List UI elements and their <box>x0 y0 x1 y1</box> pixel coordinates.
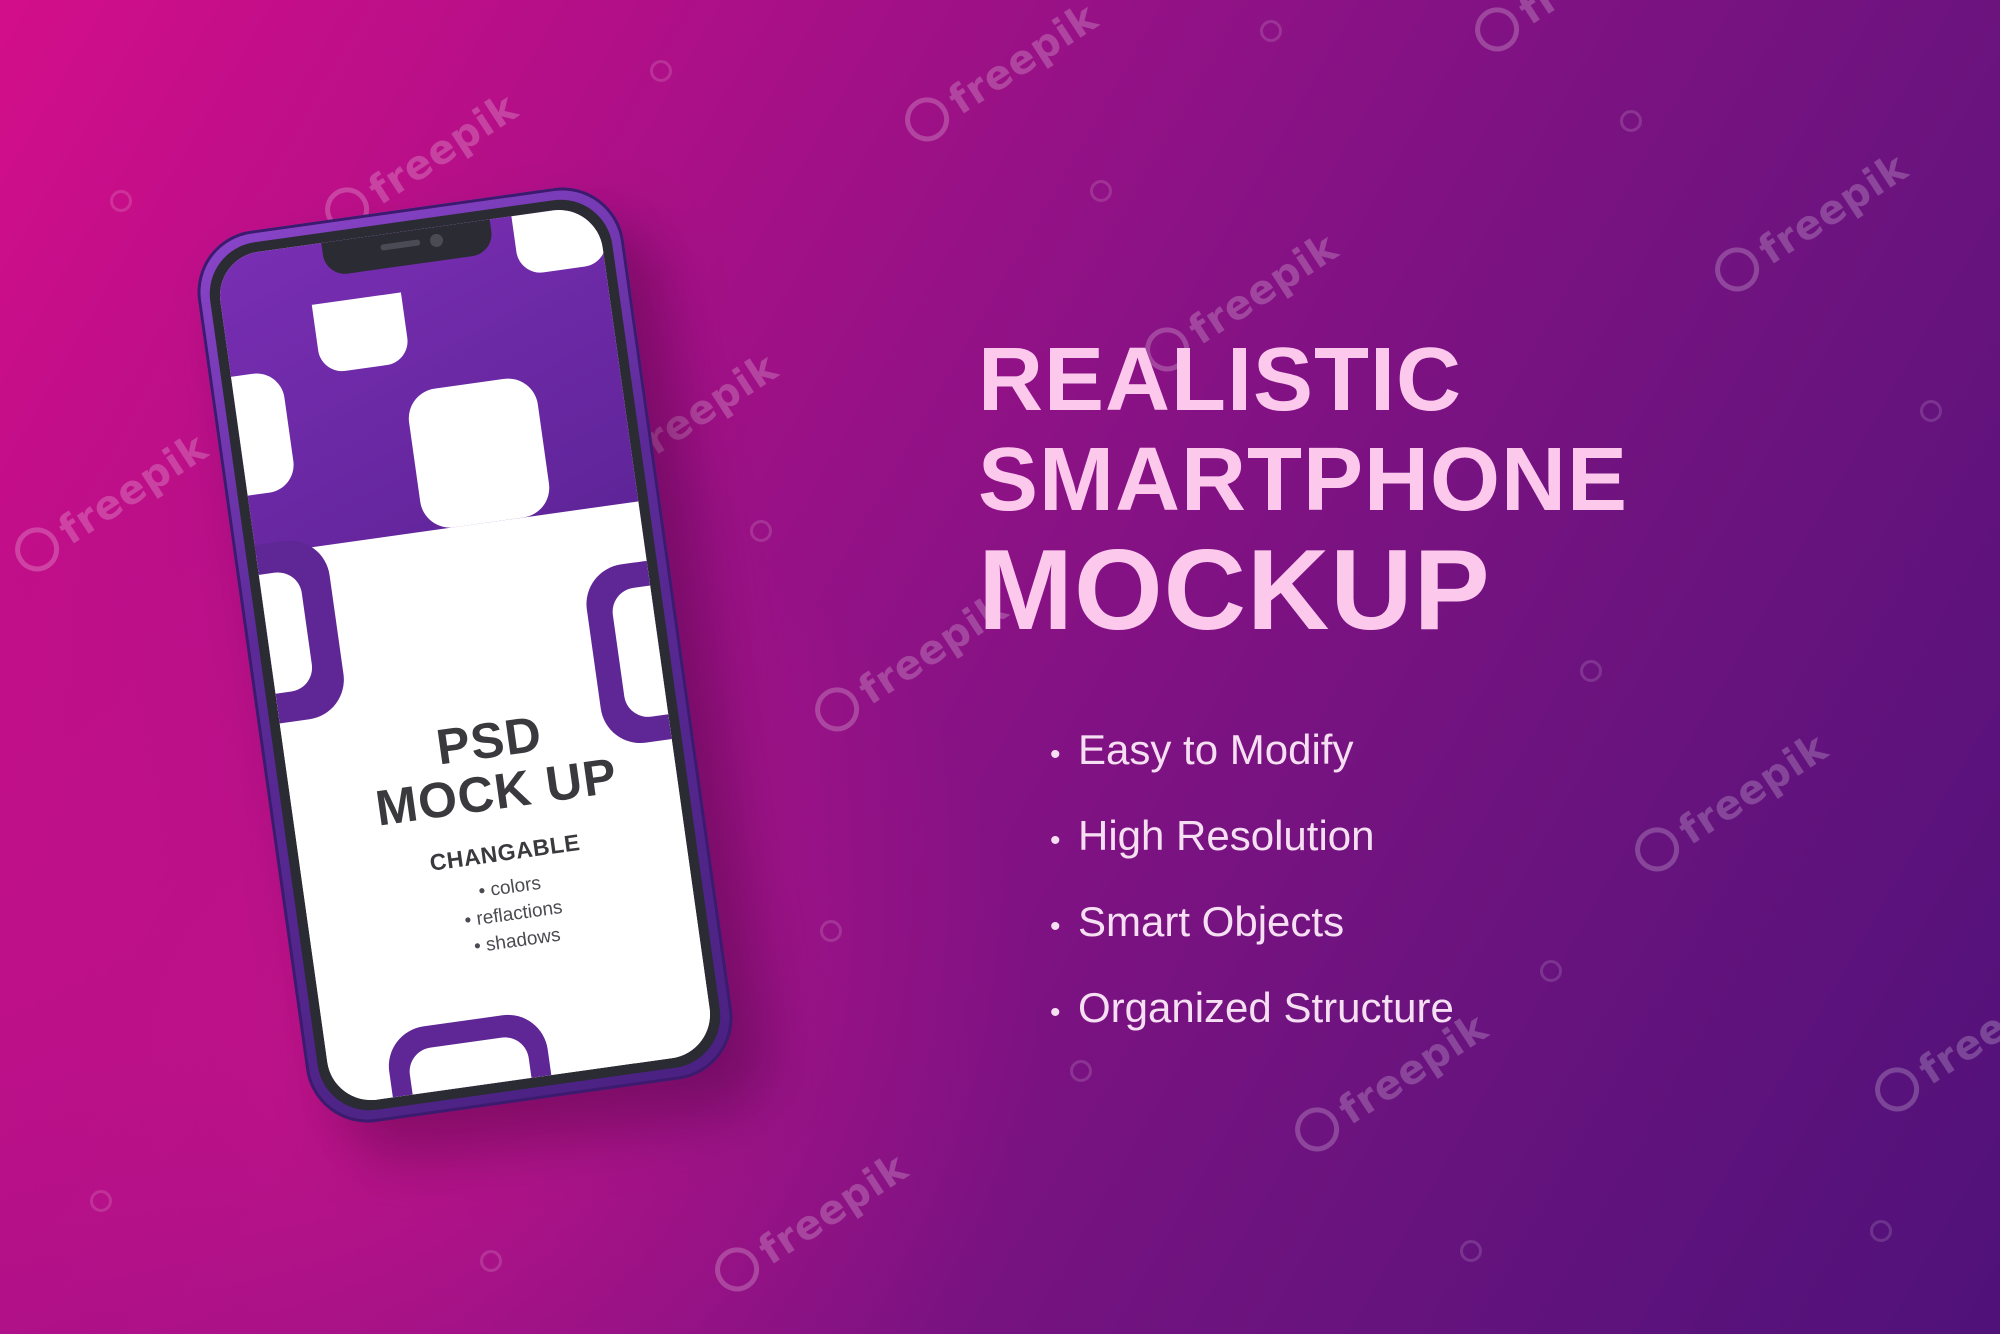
watermark: freepik <box>706 1144 917 1303</box>
watermark-dot-icon <box>480 1250 502 1272</box>
bullet-icon: • <box>1050 996 1061 1029</box>
feature-label: Organized Structure <box>1078 984 1454 1031</box>
bullet-icon: • <box>1050 910 1061 943</box>
feature-list: • Easy to Modify • High Resolution • Smart … <box>1050 720 1454 1064</box>
headline-line2: SMARTPHONE <box>978 430 1629 530</box>
watermark-dot-icon <box>1620 110 1642 132</box>
watermark-dot-icon <box>1090 180 1112 202</box>
freepik-logo-icon <box>896 88 958 150</box>
list-item: • Organized Structure <box>1050 978 1454 1064</box>
freepik-logo-icon <box>1466 0 1528 60</box>
headline-line1: REALISTIC <box>978 330 1463 430</box>
watermark: freepik <box>1466 0 1677 63</box>
watermark-dot-icon <box>750 520 772 542</box>
watermark-dot-icon <box>1460 1240 1482 1262</box>
watermark-dot-icon <box>1580 660 1602 682</box>
watermark: freepik <box>1626 724 1837 883</box>
feature-label: High Resolution <box>1078 812 1375 859</box>
page-title: REALISTIC SMARTPHONE MOCKUP <box>978 330 1628 650</box>
watermark: freepik <box>6 424 217 583</box>
watermark-dot-icon <box>90 1190 112 1212</box>
watermark-dot-icon <box>110 190 132 212</box>
watermark-dot-icon <box>1870 1220 1892 1242</box>
freepik-logo-icon <box>706 1238 768 1300</box>
headline-line3: MOCKUP <box>978 527 1491 654</box>
watermark-dot-icon <box>1920 400 1942 422</box>
bullet-icon: • <box>1050 824 1061 857</box>
freepik-logo-icon <box>1866 1058 1928 1120</box>
feature-label: Easy to Modify <box>1078 726 1354 773</box>
camera-icon <box>429 233 444 248</box>
freepik-logo-icon <box>1626 818 1688 880</box>
screen-white-square <box>311 292 411 375</box>
smartphone-mockup: PSD MOCK UP CHANGABLE colors reflactions… <box>189 179 776 1166</box>
feature-label: Smart Objects <box>1078 898 1345 945</box>
bullet-icon: • <box>1050 738 1061 771</box>
speaker-icon <box>380 239 421 251</box>
screen-content: PSD MOCK UP CHANGABLE colors reflactions… <box>342 695 663 975</box>
watermark-dot-icon <box>650 60 672 82</box>
freepik-logo-icon <box>1286 1098 1348 1160</box>
list-item: • Easy to Modify <box>1050 720 1454 806</box>
freepik-logo-icon <box>806 678 868 740</box>
list-item: • Smart Objects <box>1050 892 1454 978</box>
watermark-dot-icon <box>1260 20 1282 42</box>
watermark-dot-icon <box>820 920 842 942</box>
background-canvas: freepik freepik freepik freepik freepik … <box>0 0 2000 1334</box>
watermark: freepik <box>1706 144 1917 303</box>
watermark: freepik <box>1866 964 2000 1123</box>
screen-white-square <box>404 374 554 532</box>
watermark: freepik <box>896 0 1107 153</box>
watermark-dot-icon <box>1540 960 1562 982</box>
list-item: • High Resolution <box>1050 806 1454 892</box>
freepik-logo-icon <box>1706 238 1768 300</box>
freepik-logo-icon <box>6 518 68 580</box>
